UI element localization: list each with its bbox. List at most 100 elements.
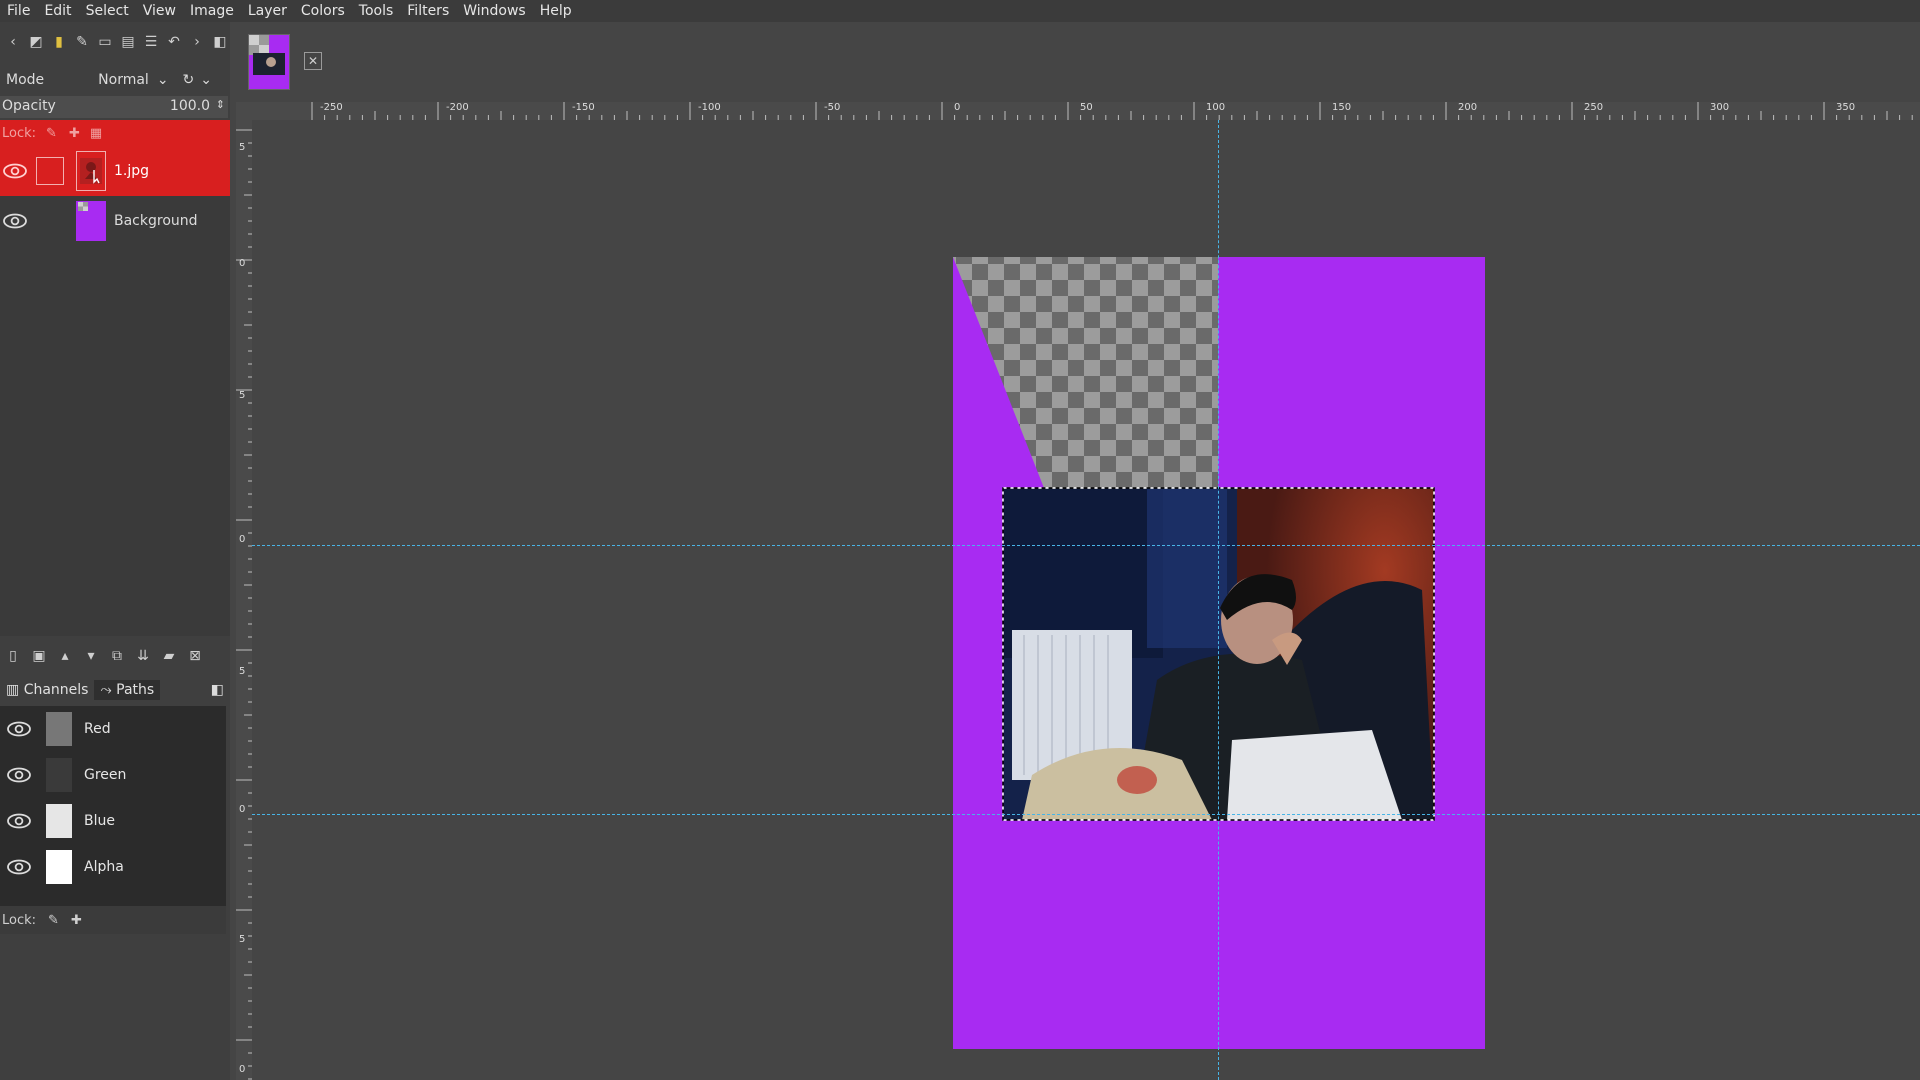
duplicate-layer-icon[interactable]: ⧉ <box>104 644 130 668</box>
lower-layer-icon[interactable]: ▾ <box>78 644 104 668</box>
channel-row-alpha[interactable]: Alpha <box>0 844 226 890</box>
merge-down-icon[interactable]: ⇊ <box>130 644 156 668</box>
channels-tab-icon: ▥ <box>6 682 20 698</box>
channel-row-green[interactable]: Green <box>0 752 226 798</box>
eye-icon[interactable] <box>4 852 34 882</box>
brushes-tab-icon[interactable]: ✎ <box>72 31 92 53</box>
channels-dock-menu-icon[interactable]: ◧ <box>211 682 224 698</box>
tab-channels-label: Channels <box>23 682 89 698</box>
channel-name: Blue <box>84 813 115 829</box>
menu-colors[interactable]: Colors <box>294 3 352 19</box>
close-icon[interactable]: ✕ <box>304 52 322 70</box>
mode-row: Mode Normal ⌄ ↻ ⌄ <box>0 64 230 96</box>
menu-windows[interactable]: Windows <box>456 3 533 19</box>
eye-icon[interactable] <box>0 156 30 186</box>
layer-list: 1.jpg Background <box>0 146 230 636</box>
menu-file[interactable]: File <box>0 3 37 19</box>
channel-name: Red <box>84 721 111 737</box>
channel-name: Alpha <box>84 859 124 875</box>
layer-row-1jpg[interactable]: 1.jpg <box>0 146 230 196</box>
channel-thumbnail-red <box>46 712 72 746</box>
lock-pixels-icon[interactable]: ✎ <box>46 126 57 141</box>
layer-thumbnail-background <box>76 201 106 241</box>
menu-help[interactable]: Help <box>533 3 579 19</box>
layer-name: 1.jpg <box>114 163 150 179</box>
ruler-left[interactable]: 5 0 5 0 5 0 5 0 <box>236 120 253 1080</box>
paths-tab-icon: ⤳ <box>100 682 112 698</box>
guide-horizontal[interactable] <box>252 814 1920 815</box>
eye-icon[interactable] <box>4 760 34 790</box>
fonts-tab-icon[interactable]: ▤ <box>118 31 138 53</box>
menu-image[interactable]: Image <box>183 3 241 19</box>
ruler-left-label: 0 <box>239 1064 246 1075</box>
mode-dropdown[interactable]: Normal ⌄ <box>98 72 168 88</box>
mode-value: Normal <box>98 72 149 88</box>
undo-history-tab-icon[interactable]: ↶ <box>164 31 184 53</box>
spin-icon[interactable]: ⇕ <box>216 98 225 111</box>
channel-row-red[interactable]: Red <box>0 706 226 752</box>
eye-icon[interactable] <box>4 714 34 744</box>
mode-label: Mode <box>6 72 45 88</box>
new-layer-icon[interactable]: ▯ <box>0 644 26 668</box>
delete-layer-icon[interactable]: ⊠ <box>182 644 208 668</box>
lock-position-icon[interactable]: ✚ <box>71 913 82 928</box>
tool-options-tab-icon[interactable]: ◩ <box>26 31 46 53</box>
eye-icon[interactable] <box>0 206 30 236</box>
lock-alpha-icon[interactable]: ▦ <box>90 126 102 141</box>
lock-label: Lock: <box>2 912 37 928</box>
channel-name: Green <box>84 767 127 783</box>
ruler-left-label: 0 <box>239 804 246 815</box>
opacity-slider[interactable]: Opacity 100.0 ⇕ <box>0 96 228 118</box>
menu-select[interactable]: Select <box>79 3 136 19</box>
chevron-right-icon[interactable]: › <box>187 31 207 53</box>
chevron-down-icon: ⌄ <box>156 72 169 88</box>
guide-horizontal[interactable] <box>252 545 1920 546</box>
ruler-top-label: 100 <box>1206 102 1226 113</box>
channel-row-blue[interactable]: Blue <box>0 798 226 844</box>
layer-row-background[interactable]: Background <box>0 196 230 246</box>
menu-view[interactable]: View <box>136 3 183 19</box>
tab-channels[interactable]: ▥ Channels <box>0 680 94 700</box>
ruler-left-label: 0 <box>239 258 246 269</box>
channel-lock-row: Lock: ✎ ✚ <box>0 906 226 934</box>
channel-thumbnail-alpha <box>46 850 72 884</box>
layer-buttons-bar: ▯ ▣ ▴ ▾ ⧉ ⇊ ▰ ⊠ <box>0 642 230 670</box>
ruler-top[interactable]: -250 -200 -150 -100 -50 0 50 100 150 200… <box>252 102 1920 121</box>
ruler-left-label: 5 <box>239 934 246 945</box>
chevron-left-icon[interactable]: ‹ <box>3 31 23 53</box>
menu-layer[interactable]: Layer <box>241 3 294 19</box>
layer-mask-icon[interactable]: ▰ <box>156 644 182 668</box>
eye-icon[interactable] <box>4 806 34 836</box>
ruler-corner[interactable] <box>236 102 252 120</box>
lock-position-icon[interactable]: ✚ <box>69 126 80 141</box>
patterns-tab-icon[interactable]: ▭ <box>95 31 115 53</box>
channels-tab-bar: ▥ Channels ⤳ Paths ◧ <box>0 676 230 704</box>
lock-pixels-icon[interactable]: ✎ <box>48 913 59 928</box>
ruler-top-label: -250 <box>320 102 343 113</box>
menubar: File Edit Select View Image Layer Colors… <box>0 0 1920 22</box>
new-group-icon[interactable]: ▣ <box>26 644 52 668</box>
menu-tools[interactable]: Tools <box>352 3 401 19</box>
menu-edit[interactable]: Edit <box>37 3 78 19</box>
ruler-top-label: 150 <box>1332 102 1352 113</box>
raise-layer-icon[interactable]: ▴ <box>52 644 78 668</box>
ruler-left-label: 0 <box>239 534 246 545</box>
ruler-top-label: 250 <box>1584 102 1604 113</box>
ruler-top-label: 300 <box>1710 102 1730 113</box>
menu-filters[interactable]: Filters <box>400 3 456 19</box>
guide-vertical[interactable] <box>1218 120 1219 1080</box>
opacity-value: 100.0 <box>169 98 210 114</box>
layer-thumbnail-1jpg <box>76 151 106 191</box>
mode-reset-icon[interactable]: ↻ <box>183 72 195 88</box>
chevron-down-icon[interactable]: ⌄ <box>200 72 212 88</box>
image-tab-thumbnail[interactable] <box>248 34 290 90</box>
tab-paths[interactable]: ⤳ Paths <box>94 680 161 700</box>
layers-tab-icon[interactable]: ☰ <box>141 31 161 53</box>
chain-toggle[interactable] <box>36 157 64 185</box>
image-canvas[interactable] <box>252 120 1920 1080</box>
ruler-top-label: -150 <box>572 102 595 113</box>
ruler-top-label: -200 <box>446 102 469 113</box>
layer-lock-row: Lock: ✎ ✚ ▦ <box>0 120 230 146</box>
dock-menu-icon[interactable]: ◧ <box>210 31 230 53</box>
device-status-tab-icon[interactable]: ▮ <box>49 31 69 53</box>
